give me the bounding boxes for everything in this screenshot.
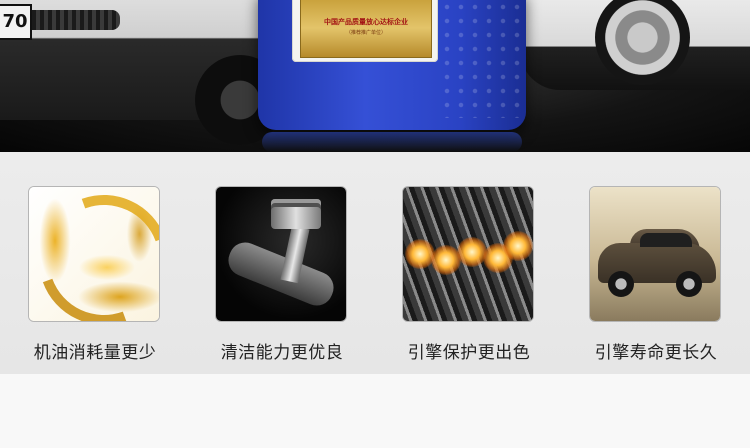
feature-label: 清洁能力更优良 [220,343,344,363]
certificate-label: 中国产品质量放心达标企业 （推荐推广单位） [292,0,438,62]
bottom-blank-area [0,374,750,448]
certificate-title: 中国产品质量放心达标企业 [324,18,408,26]
feature-cleaning: 清洁能力更优良 [215,186,349,363]
feature-engine-life: 引擎寿命更长久 [589,186,723,363]
feature-label: 引擎保护更出色 [407,343,531,363]
features-row: 机油消耗量更少 清洁能力更优良 引擎保护更出色 引擎寿命更长久 [0,152,750,374]
feature-engine-protection: 引擎保护更出色 [402,186,536,363]
piston-image [215,186,347,322]
engine-cylinders-image [402,186,534,322]
product-dot-texture [440,0,520,118]
feature-label: 机油消耗量更少 [33,343,157,363]
feature-oil-consumption: 机油消耗量更少 [28,186,162,363]
oil-splash-image [28,186,160,322]
product-reflection [262,132,522,152]
license-plate: 70 [0,4,32,40]
certificate-plaque: 中国产品质量放心达标企业 （推荐推广单位） [300,0,432,58]
certificate-subtitle: （推荐推广单位） [345,30,386,36]
hero-banner: 70 中国产品质量放心达标企业 （推荐推广单位） [0,0,750,152]
feature-label: 引擎寿命更长久 [594,343,718,363]
suv-car-image [589,186,721,322]
